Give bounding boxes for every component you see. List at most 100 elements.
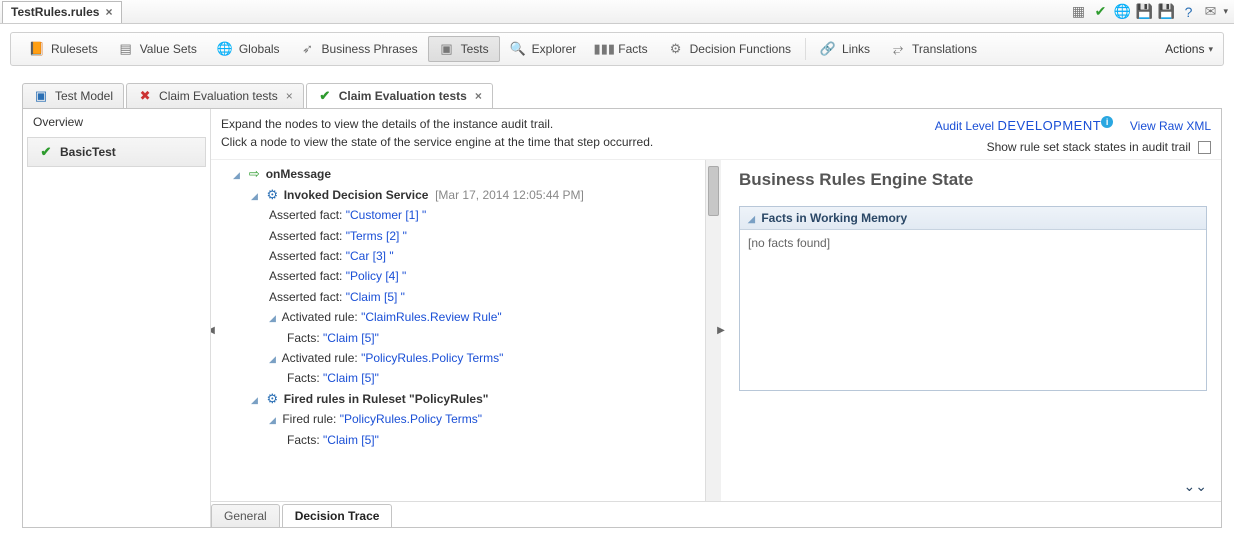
toolbar-valuesets[interactable]: ▤ Value Sets bbox=[108, 36, 207, 62]
fired-key[interactable]: Fired rule: bbox=[282, 412, 336, 426]
fired-val[interactable]: "PolicyRules.Policy Terms" bbox=[340, 412, 482, 426]
node-fired-ruleset[interactable]: Fired rules in Ruleset "PolicyRules" bbox=[284, 392, 489, 406]
toolbar-phrases[interactable]: ➶ Business Phrases bbox=[290, 36, 428, 62]
fact-key[interactable]: Asserted fact: bbox=[269, 249, 342, 263]
save-all-icon[interactable]: 💾 bbox=[1157, 3, 1175, 21]
tab-claim-eval-pass[interactable]: ✔ Claim Evaluation tests × bbox=[306, 83, 493, 108]
facts-panel: ◢ Facts in Working Memory [no facts foun… bbox=[739, 206, 1207, 391]
fail-icon: ✖ bbox=[137, 88, 153, 104]
toolbar-links[interactable]: 🔗 Links bbox=[810, 36, 880, 62]
fact-key[interactable]: Asserted fact: bbox=[269, 290, 342, 304]
node-onmessage[interactable]: onMessage bbox=[266, 167, 331, 181]
facts-val[interactable]: "Claim [5]" bbox=[323, 371, 379, 385]
chevron-down-icon: ▾ bbox=[1208, 44, 1213, 55]
toolbar-globals[interactable]: 🌐 Globals bbox=[207, 36, 290, 62]
fact-val[interactable]: "Claim [5] " bbox=[346, 290, 405, 304]
expand-icon[interactable]: ◢ bbox=[269, 352, 279, 367]
facts-key[interactable]: Facts: bbox=[287, 371, 320, 385]
expand-icon[interactable]: ◢ bbox=[269, 311, 279, 326]
grid-icon[interactable]: ▦ bbox=[1069, 3, 1087, 21]
bottom-tabs: General Decision Trace bbox=[211, 501, 1221, 527]
flow-start-icon: ⇨ bbox=[246, 167, 262, 183]
rule-val[interactable]: "ClaimRules.Review Rule" bbox=[361, 310, 502, 324]
decisionfn-icon: ⚙ bbox=[668, 41, 684, 57]
view-raw-xml-link[interactable]: View Raw XML bbox=[1130, 119, 1211, 133]
facts-key[interactable]: Facts: bbox=[287, 331, 320, 345]
expand-icon[interactable]: ◢ bbox=[233, 168, 243, 183]
toolbar-tests[interactable]: ▣ Tests bbox=[428, 36, 500, 62]
toolbar-label: Business Phrases bbox=[322, 42, 418, 56]
toolbar-decision-functions[interactable]: ⚙ Decision Functions bbox=[658, 36, 801, 62]
toolbar-rulesets[interactable]: 📙 Rulesets bbox=[19, 36, 108, 62]
phrases-icon: ➶ bbox=[300, 41, 316, 57]
facts-panel-body: [no facts found] bbox=[740, 230, 1206, 390]
tab-general[interactable]: General bbox=[211, 504, 280, 527]
file-tab[interactable]: TestRules.rules × bbox=[2, 1, 122, 23]
show-stack-checkbox[interactable] bbox=[1198, 141, 1211, 154]
actions-label: Actions bbox=[1165, 42, 1204, 56]
toolbar-translations[interactable]: ⥂ Translations bbox=[880, 36, 987, 62]
toolbar-explorer[interactable]: 🔍 Explorer bbox=[500, 36, 587, 62]
results-panel: Overview ✔ BasicTest Expand the nodes to… bbox=[22, 108, 1222, 528]
save-icon[interactable]: 💾 bbox=[1135, 3, 1153, 21]
close-icon[interactable]: × bbox=[475, 89, 482, 103]
splitter-right[interactable]: ▶ bbox=[717, 326, 725, 336]
fact-key[interactable]: Asserted fact: bbox=[269, 269, 342, 283]
expand-icon[interactable]: ◢ bbox=[251, 393, 261, 408]
toolbar-facts[interactable]: ▮▮▮ Facts bbox=[586, 36, 657, 62]
globals-icon: 🌐 bbox=[217, 41, 233, 57]
tab-label: Claim Evaluation tests bbox=[159, 89, 278, 103]
audit-tree[interactable]: ◢ ⇨ onMessage ◢ ⚙ Invoked Decision Servi… bbox=[211, 160, 705, 501]
facts-icon: ▮▮▮ bbox=[596, 41, 612, 57]
close-icon[interactable]: × bbox=[286, 89, 293, 103]
check-icon[interactable]: ✔ bbox=[1091, 3, 1109, 21]
toolbar-label: Explorer bbox=[532, 42, 577, 56]
model-icon: ▣ bbox=[33, 88, 49, 104]
chevron-down-icon[interactable]: ▾ bbox=[1223, 6, 1228, 17]
audit-level-link[interactable]: Audit Level bbox=[935, 119, 994, 133]
rule-key[interactable]: Activated rule: bbox=[282, 310, 358, 324]
facts-val[interactable]: "Claim [5]" bbox=[323, 433, 379, 447]
facts-val[interactable]: "Claim [5]" bbox=[323, 331, 379, 345]
fact-val[interactable]: "Customer [1] " bbox=[346, 208, 427, 222]
service-icon: ⚙ bbox=[264, 187, 280, 203]
engine-state-pane: ▶ Business Rules Engine State ◢ Facts in… bbox=[721, 160, 1221, 501]
facts-key[interactable]: Facts: bbox=[287, 433, 320, 447]
tab-decision-trace[interactable]: Decision Trace bbox=[282, 504, 393, 527]
fact-val[interactable]: "Terms [2] " bbox=[346, 229, 407, 243]
expand-icon[interactable]: ◢ bbox=[251, 189, 261, 204]
rule-key[interactable]: Activated rule: bbox=[282, 351, 358, 365]
test-item-basictest[interactable]: ✔ BasicTest bbox=[27, 137, 206, 167]
fact-val[interactable]: "Policy [4] " bbox=[346, 269, 407, 283]
info-icon[interactable]: i bbox=[1101, 116, 1113, 128]
fact-key[interactable]: Asserted fact: bbox=[269, 229, 342, 243]
tab-claim-eval-fail[interactable]: ✖ Claim Evaluation tests × bbox=[126, 83, 304, 108]
tab-label: Decision Trace bbox=[295, 509, 380, 523]
audit-level-value: DEVELOPMENT bbox=[997, 118, 1101, 133]
scrollbar-thumb[interactable] bbox=[708, 166, 719, 216]
show-stack-label: Show rule set stack states in audit trai… bbox=[987, 140, 1191, 154]
help-icon[interactable]: ? bbox=[1179, 3, 1197, 21]
tab-test-model[interactable]: ▣ Test Model bbox=[22, 83, 124, 108]
explorer-icon: 🔍 bbox=[510, 41, 526, 57]
toolbar-label: Decision Functions bbox=[690, 42, 791, 56]
node-invoked-service[interactable]: Invoked Decision Service bbox=[284, 188, 429, 202]
expand-all-icon[interactable]: ⌄⌄ bbox=[1184, 478, 1207, 495]
main-toolbar: 📙 Rulesets ▤ Value Sets 🌐 Globals ➶ Busi… bbox=[10, 32, 1224, 66]
facts-header-label: Facts in Working Memory bbox=[761, 211, 907, 225]
title-bar: TestRules.rules × ▦ ✔ 🌐 💾 💾 ? ✉ ▾ bbox=[0, 0, 1234, 24]
result-tabs: ▣ Test Model ✖ Claim Evaluation tests × … bbox=[22, 80, 1222, 108]
hint-line1: Expand the nodes to view the details of … bbox=[221, 115, 653, 133]
rule-val[interactable]: "PolicyRules.Policy Terms" bbox=[361, 351, 503, 365]
expand-icon[interactable]: ◢ bbox=[748, 214, 758, 225]
fact-key[interactable]: Asserted fact: bbox=[269, 208, 342, 222]
expand-icon[interactable]: ◢ bbox=[269, 413, 279, 428]
globe-refresh-icon[interactable]: 🌐 bbox=[1113, 3, 1131, 21]
close-icon[interactable]: × bbox=[105, 5, 112, 19]
mail-icon[interactable]: ✉ bbox=[1201, 3, 1219, 21]
fact-val[interactable]: "Car [3] " bbox=[346, 249, 394, 263]
detail-pane: Expand the nodes to view the details of … bbox=[211, 109, 1221, 527]
actions-menu[interactable]: Actions ▾ bbox=[1165, 42, 1213, 56]
facts-panel-header[interactable]: ◢ Facts in Working Memory bbox=[740, 207, 1206, 230]
toolbar-label: Rulesets bbox=[51, 42, 98, 56]
